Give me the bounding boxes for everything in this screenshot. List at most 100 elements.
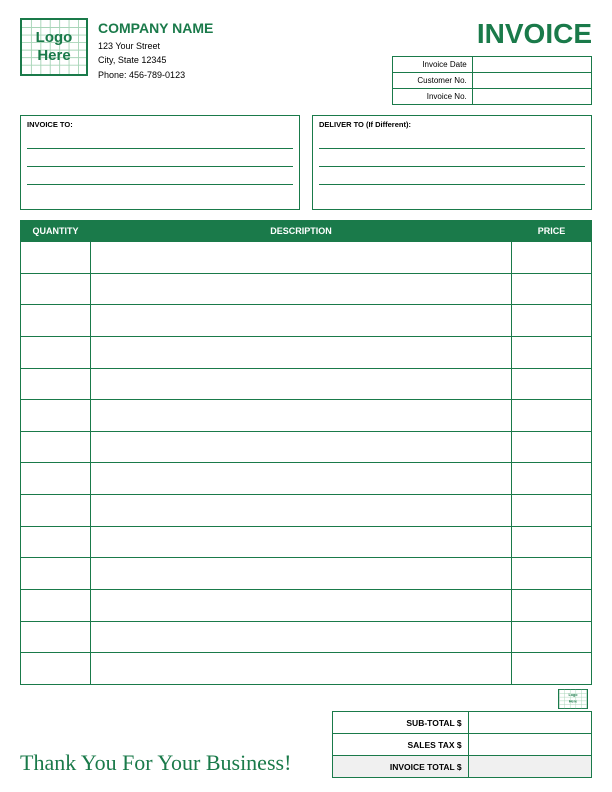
desc-cell-6[interactable]	[91, 431, 512, 463]
sales-tax-value[interactable]	[468, 734, 591, 756]
qty-cell-13[interactable]	[21, 653, 91, 685]
table-row	[21, 590, 592, 622]
deliver-to-line4[interactable]	[319, 187, 585, 203]
subtotal-label: SUB-TOTAL $	[333, 712, 469, 734]
deliver-to-line2[interactable]	[319, 151, 585, 167]
subtotal-value[interactable]	[468, 712, 591, 734]
desc-cell-2[interactable]	[91, 305, 512, 337]
table-row	[21, 273, 592, 305]
qty-cell-3[interactable]	[21, 336, 91, 368]
table-row	[21, 495, 592, 527]
logo-text: Logo Here	[36, 29, 73, 65]
deliver-to-label: DELIVER TO (If Different):	[319, 120, 585, 129]
price-cell-13[interactable]	[512, 653, 592, 685]
desc-cell-3[interactable]	[91, 336, 512, 368]
desc-cell-8[interactable]	[91, 495, 512, 527]
items-table: QUANTITY DESCRIPTION PRICE	[20, 220, 592, 685]
price-cell-12[interactable]	[512, 621, 592, 653]
svg-text:Logo: Logo	[568, 693, 578, 697]
price-cell-9[interactable]	[512, 526, 592, 558]
date-label: Invoice Date	[393, 57, 473, 73]
invoice-title: INVOICE	[392, 18, 592, 50]
totals-section: Logo Here SUB-TOTAL $ SALES TAX $	[332, 689, 592, 778]
desc-cell-12[interactable]	[91, 621, 512, 653]
sales-tax-label: SALES TAX $	[333, 734, 469, 756]
footer-area: Thank You For Your Business! Logo	[20, 689, 592, 778]
date-value[interactable]	[472, 57, 591, 73]
invoice-to-line1[interactable]	[27, 133, 293, 149]
invoice-to-box: INVOICE TO:	[20, 115, 300, 210]
number-label: Invoice No.	[393, 89, 473, 105]
header-left: Logo Here COMPANY NAME 123 Your Street C…	[20, 18, 213, 82]
price-cell-11[interactable]	[512, 590, 592, 622]
qty-cell-12[interactable]	[21, 621, 91, 653]
company-info: COMPANY NAME 123 Your Street City, State…	[98, 18, 213, 82]
qty-cell-1[interactable]	[21, 273, 91, 305]
table-row	[21, 621, 592, 653]
footer-logo: Logo Here	[558, 689, 588, 709]
table-row	[21, 558, 592, 590]
footer-logo-area: Logo Here	[332, 689, 592, 711]
desc-cell-5[interactable]	[91, 400, 512, 432]
qty-cell-11[interactable]	[21, 590, 91, 622]
price-cell-6[interactable]	[512, 431, 592, 463]
address-line2: City, State 12345	[98, 53, 213, 67]
invoice-fields-table: Invoice Date Customer No. Invoice No.	[392, 56, 592, 105]
qty-cell-8[interactable]	[21, 495, 91, 527]
table-row	[21, 242, 592, 274]
desc-cell-4[interactable]	[91, 368, 512, 400]
qty-cell-9[interactable]	[21, 526, 91, 558]
company-details: 123 Your Street City, State 12345 Phone:…	[98, 39, 213, 82]
thank-you-text: Thank You For Your Business!	[20, 750, 332, 778]
desc-cell-1[interactable]	[91, 273, 512, 305]
deliver-to-line3[interactable]	[319, 169, 585, 185]
qty-cell-10[interactable]	[21, 558, 91, 590]
invoice-total-value[interactable]	[468, 756, 591, 778]
table-row	[21, 400, 592, 432]
header-right: INVOICE Invoice Date Customer No. Invoic…	[392, 18, 592, 105]
table-row	[21, 526, 592, 558]
number-value[interactable]	[472, 89, 591, 105]
invoice-total-label: INVOICE TOTAL $	[333, 756, 469, 778]
desc-cell-13[interactable]	[91, 653, 512, 685]
qty-cell-7[interactable]	[21, 463, 91, 495]
description-header: DESCRIPTION	[91, 221, 512, 242]
price-cell-4[interactable]	[512, 368, 592, 400]
invoice-to-lines	[27, 133, 293, 205]
invoice-to-line4[interactable]	[27, 187, 293, 203]
price-cell-10[interactable]	[512, 558, 592, 590]
qty-cell-0[interactable]	[21, 242, 91, 274]
invoice-to-line3[interactable]	[27, 169, 293, 185]
totals-table: SUB-TOTAL $ SALES TAX $ INVOICE TOTAL $	[332, 711, 592, 778]
qty-cell-2[interactable]	[21, 305, 91, 337]
price-cell-2[interactable]	[512, 305, 592, 337]
header: Logo Here COMPANY NAME 123 Your Street C…	[20, 18, 592, 105]
price-cell-5[interactable]	[512, 400, 592, 432]
desc-cell-10[interactable]	[91, 558, 512, 590]
table-row	[21, 653, 592, 685]
price-cell-8[interactable]	[512, 495, 592, 527]
invoice-to-line2[interactable]	[27, 151, 293, 167]
price-cell-7[interactable]	[512, 463, 592, 495]
deliver-to-lines	[319, 133, 585, 205]
qty-cell-4[interactable]	[21, 368, 91, 400]
qty-cell-5[interactable]	[21, 400, 91, 432]
price-cell-3[interactable]	[512, 336, 592, 368]
table-row	[21, 463, 592, 495]
svg-text:Here: Here	[569, 700, 577, 704]
desc-cell-7[interactable]	[91, 463, 512, 495]
price-cell-1[interactable]	[512, 273, 592, 305]
price-header: PRICE	[512, 221, 592, 242]
desc-cell-9[interactable]	[91, 526, 512, 558]
logo-box: Logo Here	[20, 18, 88, 76]
customer-label: Customer No.	[393, 73, 473, 89]
deliver-to-box: DELIVER TO (If Different):	[312, 115, 592, 210]
company-name: COMPANY NAME	[98, 20, 213, 36]
qty-cell-6[interactable]	[21, 431, 91, 463]
desc-cell-11[interactable]	[91, 590, 512, 622]
desc-cell-0[interactable]	[91, 242, 512, 274]
customer-value[interactable]	[472, 73, 591, 89]
invoice-to-label: INVOICE TO:	[27, 120, 293, 129]
price-cell-0[interactable]	[512, 242, 592, 274]
deliver-to-line1[interactable]	[319, 133, 585, 149]
